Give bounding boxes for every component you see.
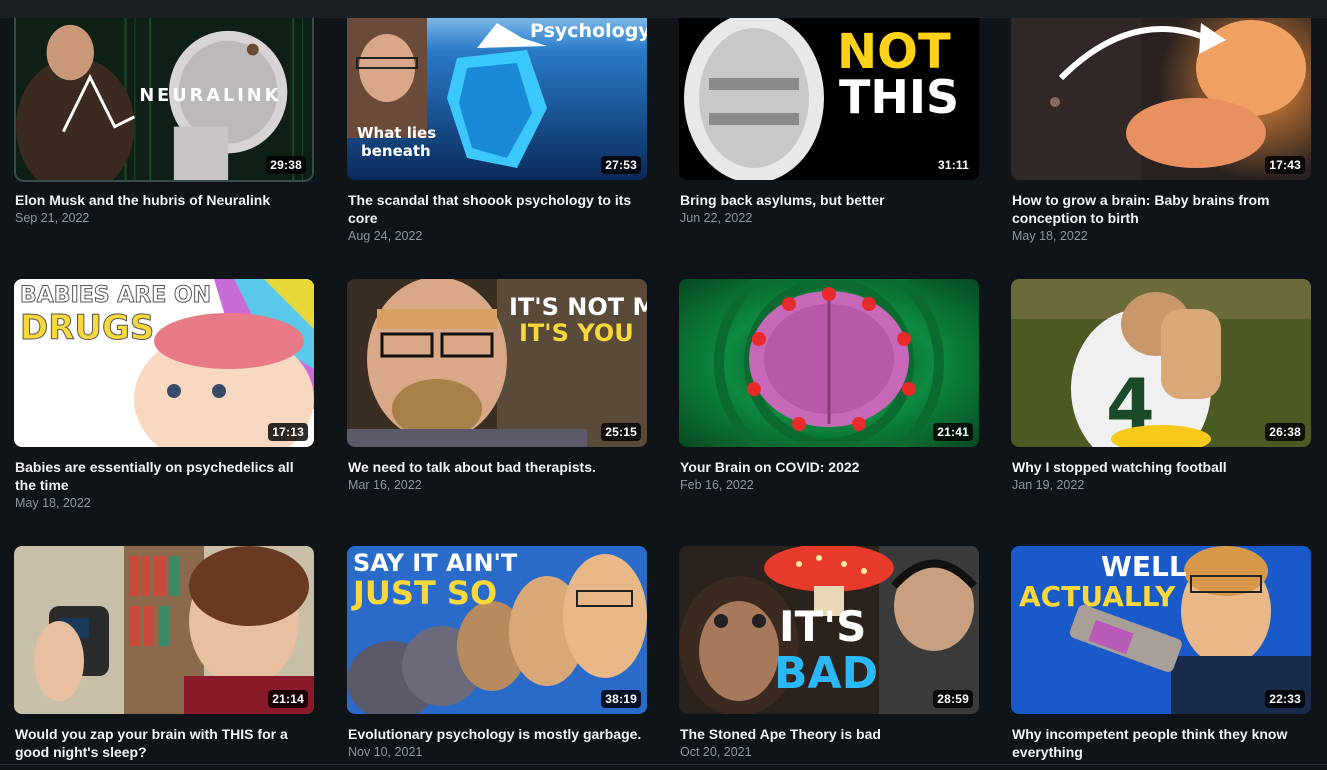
video-title[interactable]: The scandal that shoook psychology to it… — [348, 191, 646, 227]
thumbnail-art: 4 — [1011, 279, 1311, 447]
video-thumbnail[interactable]: NOT THIS 31:11 — [679, 18, 979, 180]
video-title[interactable]: Would you zap your brain with THIS for a… — [15, 725, 313, 761]
svg-text:What lies: What lies — [357, 124, 436, 142]
thumbnail-art — [679, 279, 979, 447]
video-duration: 21:41 — [933, 423, 973, 441]
video-title[interactable]: Babies are essentially on psychedelics a… — [15, 458, 313, 494]
video-title[interactable]: Elon Musk and the hubris of Neuralink — [15, 191, 313, 209]
video-thumbnail[interactable]: 21:41 — [679, 279, 979, 447]
video-duration: 25:15 — [601, 423, 641, 441]
video-date: Oct 20, 2021 — [680, 745, 752, 759]
svg-text:Psychology: Psychology — [530, 20, 647, 42]
video-duration: 27:53 — [601, 156, 641, 174]
video-date: Jun 22, 2022 — [680, 211, 753, 225]
video-thumbnail[interactable]: SAY IT AIN'T JUST SO 38:19 — [347, 546, 647, 714]
top-bar — [0, 0, 1327, 18]
svg-text:BAD: BAD — [774, 648, 878, 699]
video-title[interactable]: We need to talk about bad therapists. — [348, 458, 646, 476]
thumbnail-art — [14, 546, 314, 714]
svg-text:BABIES ARE ON: BABIES ARE ON — [20, 283, 211, 308]
video-date: May 18, 2022 — [1012, 229, 1088, 243]
video-duration: 29:38 — [266, 156, 306, 174]
video-title[interactable]: The Stoned Ape Theory is bad — [680, 725, 978, 743]
video-date: Sep 21, 2022 — [15, 211, 90, 225]
video-date: Nov 10, 2021 — [348, 745, 423, 759]
svg-text:NEURALINK: NEURALINK — [139, 86, 281, 106]
thumbnail-art: IT'S BAD — [679, 546, 979, 714]
svg-text:SAY IT AIN'T: SAY IT AIN'T — [353, 549, 518, 577]
video-date: Aug 24, 2022 — [348, 229, 423, 243]
svg-text:WELL: WELL — [1101, 550, 1187, 583]
thumbnail-art: IT'S NOT ME, IT'S YOU — [347, 279, 647, 447]
video-thumbnail[interactable]: NEURALINK 29:38 — [14, 18, 314, 182]
svg-text:JUST SO: JUST SO — [351, 574, 497, 612]
video-thumbnail[interactable]: Psychology What lies beneath 27:53 — [347, 18, 647, 180]
thumbnail-art: NOT THIS — [679, 18, 979, 180]
svg-text:IT'S: IT'S — [779, 602, 866, 651]
video-duration: 17:43 — [1265, 156, 1305, 174]
video-thumbnail[interactable]: 17:43 — [1011, 18, 1311, 180]
svg-text:IT'S YOU: IT'S YOU — [519, 319, 634, 347]
svg-text:IT'S NOT ME,: IT'S NOT ME, — [509, 293, 647, 321]
video-date: May 18, 2022 — [15, 496, 91, 510]
bottom-edge — [0, 764, 1327, 770]
video-title[interactable]: Your Brain on COVID: 2022 — [680, 458, 978, 476]
video-title[interactable]: Bring back asylums, but better — [680, 191, 978, 209]
thumbnail-art: SAY IT AIN'T JUST SO — [347, 546, 647, 714]
svg-text:THIS: THIS — [839, 70, 959, 124]
video-date: Feb 16, 2022 — [680, 478, 754, 492]
svg-text:DRUGS: DRUGS — [20, 308, 154, 348]
video-thumbnail[interactable]: WELL ACTUALLY 22:33 — [1011, 546, 1311, 714]
video-date: Jan 19, 2022 — [1012, 478, 1085, 492]
thumbnail-art: WELL ACTUALLY — [1011, 546, 1311, 714]
video-duration: 28:59 — [933, 690, 973, 708]
svg-text:beneath: beneath — [361, 142, 431, 160]
video-date: Mar 16, 2022 — [348, 478, 422, 492]
video-duration: 26:38 — [1265, 423, 1305, 441]
video-duration: 17:13 — [268, 423, 308, 441]
video-title[interactable]: Why I stopped watching football — [1012, 458, 1310, 476]
video-title[interactable]: Why incompetent people think they know e… — [1012, 725, 1310, 761]
video-duration: 31:11 — [933, 156, 973, 174]
video-thumbnail[interactable]: IT'S BAD 28:59 — [679, 546, 979, 714]
svg-text:ACTUALLY: ACTUALLY — [1019, 580, 1176, 613]
video-duration: 38:19 — [601, 690, 641, 708]
video-thumbnail[interactable]: IT'S NOT ME, IT'S YOU 25:15 — [347, 279, 647, 447]
video-duration: 22:33 — [1265, 690, 1305, 708]
video-thumbnail[interactable]: 4 26:38 — [1011, 279, 1311, 447]
video-title[interactable]: Evolutionary psychology is mostly garbag… — [348, 725, 646, 743]
thumbnail-art: BABIES ARE ON DRUGS — [14, 279, 314, 447]
video-title[interactable]: How to grow a brain: Baby brains from co… — [1012, 191, 1310, 227]
video-duration: 21:14 — [268, 690, 308, 708]
video-thumbnail[interactable]: 21:14 — [14, 546, 314, 714]
video-thumbnail[interactable]: BABIES ARE ON DRUGS 17:13 — [14, 279, 314, 447]
